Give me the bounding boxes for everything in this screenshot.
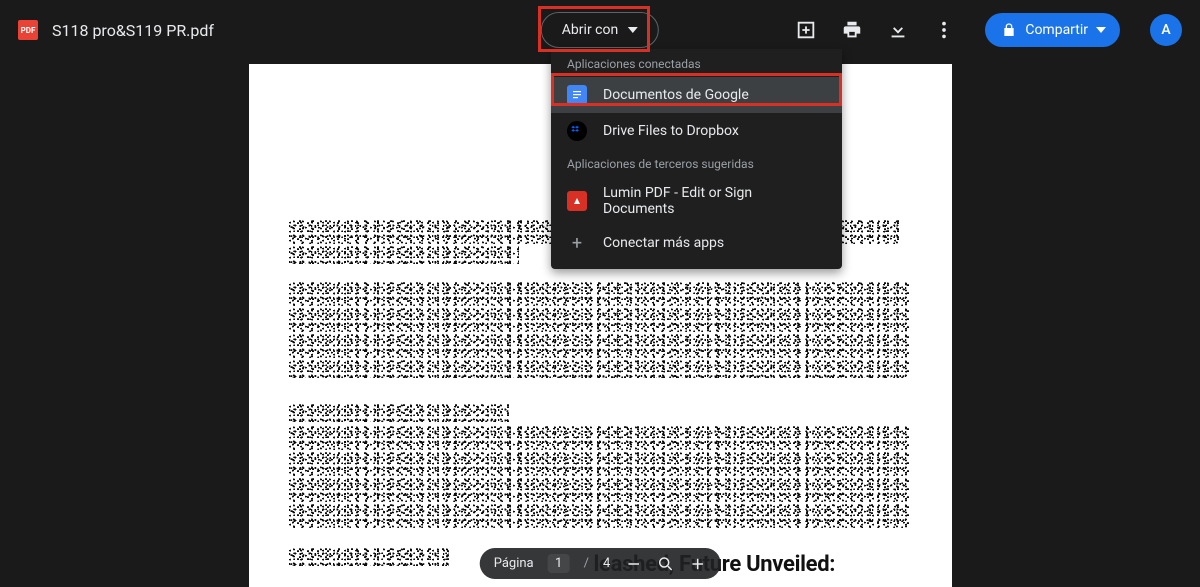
lock-icon xyxy=(1001,22,1017,38)
open-with-container: Abrir con xyxy=(541,12,659,48)
lumin-pdf-icon xyxy=(567,191,587,211)
pdf-file-icon: PDF xyxy=(18,20,38,40)
google-docs-icon xyxy=(567,85,587,105)
open-with-dropdown: Aplicaciones conectadas Documentos de Go… xyxy=(551,49,842,269)
add-to-drive-button[interactable] xyxy=(795,19,817,41)
redacted-text xyxy=(289,426,909,450)
download-icon xyxy=(887,19,909,41)
dropdown-item-google-docs[interactable]: Documentos de Google xyxy=(551,77,842,113)
minus-icon xyxy=(624,555,642,573)
pager-total-pages: 4 xyxy=(603,556,610,571)
pager-current-page[interactable]: 1 xyxy=(548,554,570,573)
dropdown-item-label: Lumin PDF - Edit or Sign Documents xyxy=(603,185,826,217)
plus-icon xyxy=(688,555,706,573)
zoom-in-button[interactable] xyxy=(688,555,706,573)
dropdown-item-label: Drive Files to Dropbox xyxy=(603,123,739,139)
dropdown-section-suggested: Aplicaciones de terceros sugeridas xyxy=(551,149,842,177)
magnifier-icon xyxy=(656,555,674,573)
share-button[interactable]: Compartir xyxy=(985,13,1120,47)
redacted-text xyxy=(289,282,909,306)
chevron-down-icon xyxy=(628,27,638,33)
print-icon xyxy=(841,19,863,41)
avatar[interactable]: A xyxy=(1150,14,1182,46)
more-actions-button[interactable] xyxy=(933,19,955,41)
zoom-out-button[interactable] xyxy=(624,555,642,573)
share-label: Compartir xyxy=(1025,22,1088,38)
download-button[interactable] xyxy=(887,19,909,41)
pager-separator: / xyxy=(584,556,589,571)
redacted-text xyxy=(289,308,909,332)
redacted-text xyxy=(289,504,909,528)
dropdown-item-lumin[interactable]: Lumin PDF - Edit or Sign Documents xyxy=(551,177,842,225)
redacted-text xyxy=(289,334,909,358)
redacted-text xyxy=(289,404,509,422)
zoom-reset-button[interactable] xyxy=(656,555,674,573)
more-vert-icon xyxy=(933,19,955,41)
print-button[interactable] xyxy=(841,19,863,41)
redacted-text xyxy=(289,478,909,502)
plus-icon: + xyxy=(567,233,587,253)
open-with-button[interactable]: Abrir con xyxy=(541,12,659,48)
open-with-label: Abrir con xyxy=(562,22,618,38)
redacted-text xyxy=(289,548,449,566)
dropdown-item-label: Conectar más apps xyxy=(603,235,724,251)
redacted-text xyxy=(289,452,909,476)
redacted-text xyxy=(289,246,519,264)
redacted-text xyxy=(289,360,909,378)
dropdown-item-connect-more[interactable]: + Conectar más apps xyxy=(551,225,842,261)
file-name: S118 pro&S119 PR.pdf xyxy=(52,21,214,40)
dropbox-icon xyxy=(567,121,587,141)
right-toolbar: Compartir A xyxy=(795,13,1182,47)
add-to-drive-icon xyxy=(795,19,817,41)
page-navigator: Página 1 / 4 xyxy=(480,548,721,579)
chevron-down-icon xyxy=(1096,27,1106,33)
dropdown-item-dropbox[interactable]: Drive Files to Dropbox xyxy=(551,113,842,149)
dropdown-item-label: Documentos de Google xyxy=(603,87,749,103)
pager-label: Página xyxy=(494,556,534,571)
dropdown-section-connected: Aplicaciones conectadas xyxy=(551,49,842,77)
